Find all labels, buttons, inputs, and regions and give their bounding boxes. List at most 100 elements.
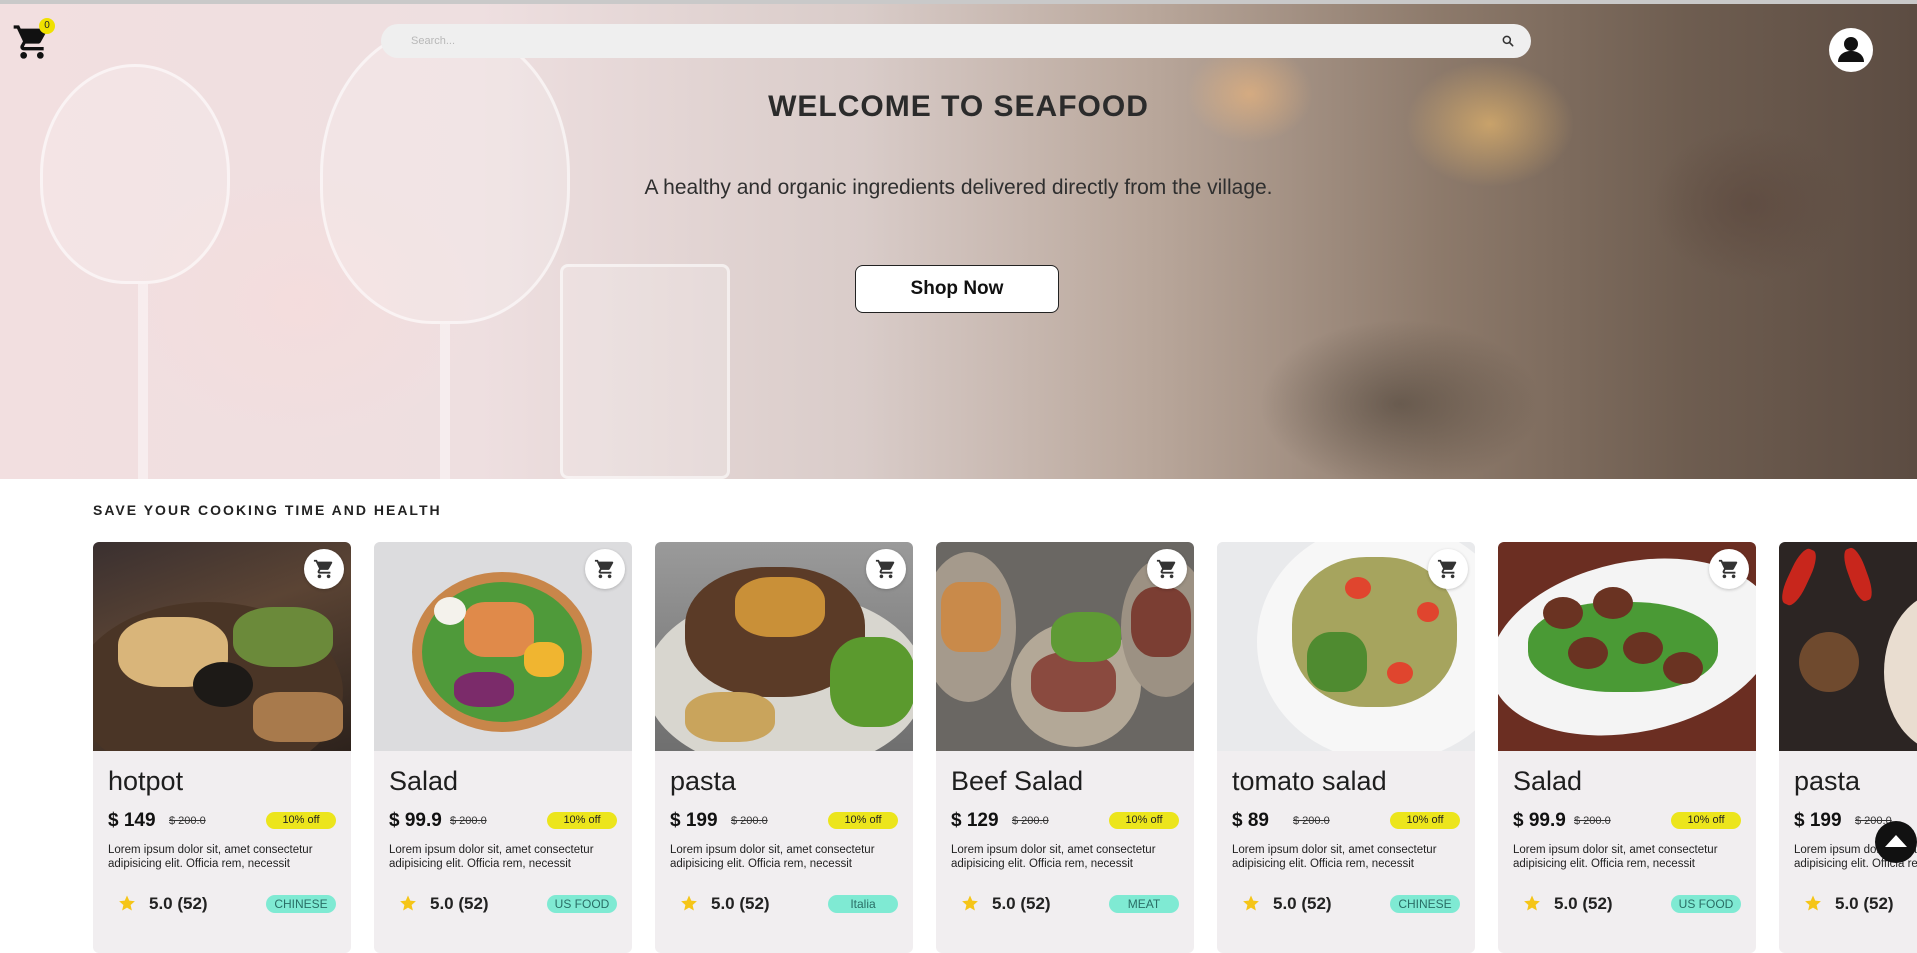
product-card[interactable]: tomato salad $ 89 $ 200.0 10% off Lorem …: [1217, 542, 1475, 953]
product-name[interactable]: pasta: [1794, 766, 1860, 797]
search-icon[interactable]: [1501, 34, 1515, 48]
product-name[interactable]: pasta: [670, 766, 736, 797]
search-input[interactable]: [411, 32, 1461, 50]
add-to-cart-button[interactable]: [585, 549, 625, 589]
scroll-to-top-button[interactable]: [1875, 821, 1917, 863]
meatball-decoration: [1663, 652, 1703, 684]
product-card[interactable]: Beef Salad $ 129 $ 200.0 10% off Lorem i…: [936, 542, 1194, 953]
category-tag[interactable]: Italia: [828, 895, 898, 913]
product-price: $ 89: [1232, 810, 1269, 831]
category-tag[interactable]: MEAT: [1109, 895, 1179, 913]
chili-decoration: [1840, 545, 1876, 604]
add-to-cart-button[interactable]: [1428, 549, 1468, 589]
product-card[interactable]: Salad $ 99.9 $ 200.0 10% off Lorem ipsum…: [374, 542, 632, 953]
product-old-price: $ 200.0: [1012, 815, 1049, 827]
egg-decoration: [434, 597, 466, 625]
section-title: SAVE YOUR COOKING TIME AND HEALTH: [93, 502, 442, 518]
discount-badge: 10% off: [1109, 812, 1179, 829]
meatball-decoration: [1623, 632, 1663, 664]
star-icon: [1243, 895, 1259, 911]
meatball-decoration: [1593, 587, 1633, 619]
user-account-button[interactable]: [1829, 28, 1873, 72]
tomato-decoration: [1387, 662, 1413, 684]
food-decoration: [941, 582, 1001, 652]
product-old-price: $ 200.0: [169, 815, 206, 827]
product-rating: 5.0 (52): [1273, 894, 1332, 913]
cart-icon: [875, 559, 895, 579]
star-icon: [681, 895, 697, 911]
star-icon: [962, 895, 978, 911]
product-card[interactable]: hotpot $ 149 $ 200.0 10% off Lorem ipsum…: [93, 542, 351, 953]
product-rating: 5.0 (52): [1835, 894, 1894, 913]
product-price: $ 149: [108, 810, 156, 831]
cart-icon: [1156, 559, 1176, 579]
food-decoration: [233, 607, 333, 667]
star-icon: [1805, 895, 1821, 911]
product-card[interactable]: pasta $ 199 $ 200.0 10% off Lorem ipsum …: [655, 542, 913, 953]
cart-icon: [1437, 559, 1457, 579]
category-tag[interactable]: US FOOD: [1671, 895, 1741, 913]
category-tag[interactable]: CHINESE: [266, 895, 336, 913]
product-rating: 5.0 (52): [430, 894, 489, 913]
bread-decoration: [253, 692, 343, 742]
product-name[interactable]: tomato salad: [1232, 766, 1387, 797]
shop-now-button[interactable]: Shop Now: [855, 265, 1059, 313]
discount-badge: 10% off: [828, 812, 898, 829]
product-description: Lorem ipsum dolor sit, amet consectetur …: [670, 844, 875, 870]
discount-badge: 10% off: [547, 812, 617, 829]
wine-glass-decoration: [320, 24, 570, 324]
beef-decoration: [1131, 587, 1191, 657]
product-old-price: $ 200.0: [450, 815, 487, 827]
product-old-price: $ 200.0: [1293, 815, 1330, 827]
product-name[interactable]: Beef Salad: [951, 766, 1083, 797]
add-to-cart-button[interactable]: [1147, 549, 1187, 589]
product-name[interactable]: hotpot: [108, 766, 183, 797]
corn-decoration: [524, 642, 564, 677]
cabbage-decoration: [454, 672, 514, 707]
greens-decoration: [830, 637, 913, 727]
bowl-decoration: [1884, 592, 1917, 751]
discount-badge: 10% off: [1390, 812, 1460, 829]
add-to-cart-button[interactable]: [866, 549, 906, 589]
cart-count-badge: 0: [39, 18, 55, 34]
product-price: $ 99.9: [1513, 810, 1566, 831]
hero-subtitle: A healthy and organic ingredients delive…: [644, 176, 1273, 199]
product-card[interactable]: pasta $ 199 $ 200.0 Lorem ipsum dolor si…: [1779, 542, 1917, 953]
greens-decoration: [1051, 612, 1121, 662]
product-description: Lorem ipsum dolor sit, amet consectetur …: [1232, 844, 1437, 870]
add-to-cart-button[interactable]: [1709, 549, 1749, 589]
add-to-cart-button[interactable]: [304, 549, 344, 589]
star-icon: [400, 895, 416, 911]
glass-decoration: [560, 264, 730, 479]
salmon-decoration: [464, 602, 534, 657]
category-tag[interactable]: CHINESE: [1390, 895, 1460, 913]
category-tag[interactable]: US FOOD: [547, 895, 617, 913]
meatball-decoration: [1543, 597, 1583, 629]
spice-decoration: [1799, 632, 1859, 692]
product-description: Lorem ipsum dolor sit, amet consectetur …: [1513, 844, 1718, 870]
product-rating: 5.0 (52): [1554, 894, 1613, 913]
hero-title: WELCOME TO SEAFOOD: [768, 90, 1149, 123]
product-price: $ 99.9: [389, 810, 442, 831]
product-carousel: hotpot $ 149 $ 200.0 10% off Lorem ipsum…: [93, 542, 1917, 953]
product-price: $ 199: [670, 810, 718, 831]
topping-decoration: [735, 577, 825, 637]
wine-glass-stem-decoration: [138, 284, 148, 479]
user-icon: [1838, 37, 1864, 62]
product-price: $ 199: [1794, 810, 1842, 831]
cart-icon: [594, 559, 614, 579]
meatball-decoration: [1568, 637, 1608, 669]
product-old-price: $ 200.0: [1574, 815, 1611, 827]
product-card[interactable]: Salad $ 99.9 $ 200.0 10% off Lorem ipsum…: [1498, 542, 1756, 953]
product-name[interactable]: Salad: [1513, 766, 1582, 797]
star-icon: [1524, 895, 1540, 911]
product-description: Lorem ipsum dolor sit, amet consectetur …: [389, 844, 594, 870]
product-rating: 5.0 (52): [992, 894, 1051, 913]
cart-icon: [313, 559, 333, 579]
product-rating: 5.0 (52): [149, 894, 208, 913]
product-description: Lorem ipsum dolor sit, amet consectetur …: [108, 844, 313, 870]
arrow-up-icon: [1885, 835, 1907, 847]
cart-icon: [1718, 559, 1738, 579]
product-name[interactable]: Salad: [389, 766, 458, 797]
product-old-price: $ 200.0: [731, 815, 768, 827]
